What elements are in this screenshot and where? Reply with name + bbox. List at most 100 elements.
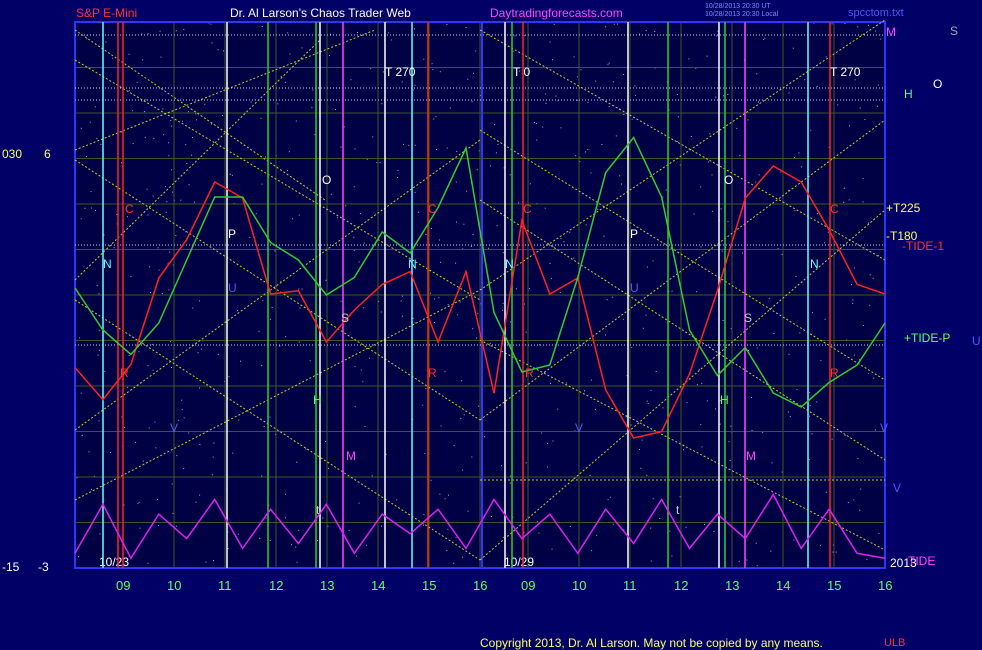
star-dot <box>284 493 286 495</box>
star-dot <box>350 79 352 81</box>
right-series-label: -TIDE-1 <box>902 239 944 253</box>
star-dot <box>853 267 855 269</box>
star-dot <box>439 239 440 241</box>
star-dot <box>634 85 636 87</box>
star-dot <box>191 154 193 156</box>
star-dot <box>80 392 82 394</box>
star-dot <box>852 302 854 304</box>
star-dot <box>348 529 350 531</box>
file-name: spcctom.txt <box>848 7 904 19</box>
star-dot <box>528 288 530 289</box>
star-dot <box>436 149 437 150</box>
star-dot <box>613 81 615 83</box>
star-dot <box>96 138 98 140</box>
star-dot <box>166 201 168 203</box>
star-dot <box>715 408 716 410</box>
star-dot <box>175 30 177 32</box>
star-dot <box>825 491 827 493</box>
site-url[interactable]: Daytradingforecasts.com <box>490 6 623 20</box>
star-dot <box>440 261 442 263</box>
star-dot <box>295 120 297 122</box>
star-dot <box>827 231 829 233</box>
star-dot <box>311 107 313 109</box>
star-dot <box>90 191 92 193</box>
star-dot <box>301 288 303 290</box>
star-dot <box>696 384 698 386</box>
star-dot <box>762 432 764 434</box>
star-dot <box>671 555 673 557</box>
star-dot <box>780 171 782 173</box>
star-dot <box>128 355 130 356</box>
star-dot <box>549 41 551 43</box>
star-dot <box>217 49 219 51</box>
star-dot <box>470 245 472 247</box>
star-dot <box>431 63 433 65</box>
star-dot <box>455 181 457 183</box>
star-dot <box>132 110 134 112</box>
star-dot <box>380 311 382 313</box>
event-letter: U <box>228 281 237 295</box>
star-dot <box>878 532 880 534</box>
star-dot <box>146 188 148 190</box>
star-dot <box>690 136 692 137</box>
turn-label: T 270 <box>385 65 416 79</box>
star-dot <box>194 201 196 203</box>
star-dot <box>472 328 474 330</box>
star-dot <box>553 23 555 25</box>
star-dot <box>679 496 681 498</box>
star-dot <box>364 426 366 427</box>
star-dot <box>720 208 722 210</box>
star-dot <box>580 69 582 71</box>
right-series-label: O <box>933 77 942 91</box>
star-dot <box>650 527 652 529</box>
star-dot <box>199 387 200 389</box>
star-dot <box>170 341 172 343</box>
star-dot <box>523 303 525 305</box>
x-tick-label: 10 <box>167 578 181 593</box>
star-dot <box>547 466 548 468</box>
star-dot <box>176 525 178 527</box>
star-dot <box>872 277 874 279</box>
star-dot <box>260 117 262 119</box>
star-dot <box>860 488 862 490</box>
star-dot <box>287 32 289 34</box>
star-dot <box>552 440 554 442</box>
star-dot <box>261 475 263 477</box>
star-dot <box>727 94 729 95</box>
star-dot <box>105 41 107 43</box>
star-dot <box>269 540 271 541</box>
star-dot <box>612 296 614 298</box>
star-dot <box>231 174 233 176</box>
star-dot <box>539 344 540 346</box>
star-dot <box>516 288 517 290</box>
star-dot <box>831 438 833 440</box>
star-dot <box>157 499 158 501</box>
star-dot <box>844 434 846 436</box>
star-dot <box>622 318 624 320</box>
star-dot <box>862 201 864 203</box>
star-dot <box>80 127 82 129</box>
star-dot <box>463 223 465 225</box>
star-dot <box>147 214 149 216</box>
event-letter: O <box>322 173 331 187</box>
star-dot <box>764 37 766 39</box>
star-dot <box>296 561 298 563</box>
star-dot <box>263 426 265 427</box>
star-dot <box>623 74 625 75</box>
star-dot <box>466 190 468 192</box>
star-dot <box>309 360 311 362</box>
x-tick-label: 11 <box>623 578 637 593</box>
session-date-label: 10/29 <box>504 555 534 569</box>
star-dot <box>605 334 606 336</box>
right-series-label: U <box>972 334 981 348</box>
star-dot <box>141 100 143 102</box>
star-dot <box>157 247 159 249</box>
star-dot <box>435 116 437 118</box>
star-dot <box>477 312 479 314</box>
star-dot <box>84 207 86 209</box>
star-dot <box>509 174 511 176</box>
y-bottom-label-1: -15 <box>2 560 20 574</box>
star-dot <box>88 451 90 453</box>
event-letter: R <box>120 366 129 380</box>
star-dot <box>301 47 303 49</box>
